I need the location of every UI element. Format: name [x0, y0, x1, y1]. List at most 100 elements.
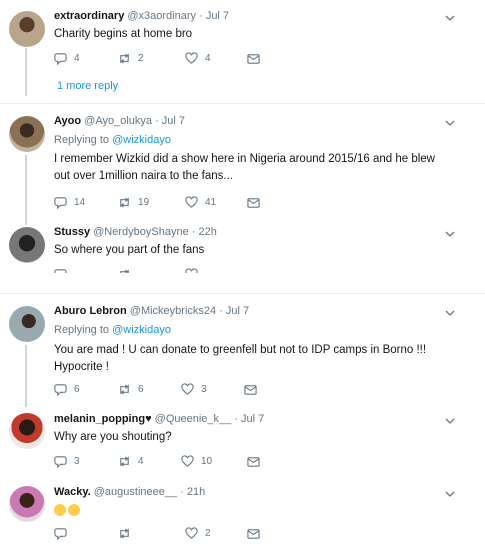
- like-button[interactable]: 2: [185, 527, 211, 540]
- timestamp[interactable]: · 22h: [192, 226, 217, 238]
- thread-line: [25, 48, 27, 96]
- replying-label: Replying to: [54, 324, 110, 336]
- like-button[interactable]: 41: [185, 196, 216, 209]
- heart-icon: [181, 455, 194, 467]
- chevron-down-icon[interactable]: [445, 489, 455, 499]
- tweet-emoji-text: [54, 502, 154, 519]
- black-heart-icon: ♥: [145, 413, 152, 425]
- replying-label: Replying to: [54, 134, 110, 146]
- reply-count: 14: [74, 197, 86, 208]
- timestamp[interactable]: · Jul 7: [219, 305, 249, 317]
- like-count: 2: [205, 528, 211, 539]
- grinning-sweat-emoji-icon: [54, 503, 66, 516]
- chevron-down-icon[interactable]: [445, 308, 455, 318]
- handle[interactable]: @augustineee__: [94, 486, 177, 498]
- retweet-count: 6: [138, 384, 144, 395]
- chevron-down-icon[interactable]: [445, 118, 455, 128]
- retweet-button[interactable]: [118, 527, 138, 540]
- tweet-header: Stussy @NerdyboyShayne · 22h: [54, 226, 217, 238]
- retweet-count: 19: [138, 197, 150, 208]
- reply-button[interactable]: 4: [54, 52, 80, 65]
- heart-icon: [185, 52, 198, 64]
- avatar[interactable]: [9, 11, 45, 47]
- like-count: 10: [201, 456, 213, 467]
- message-button[interactable]: [247, 527, 267, 540]
- timestamp[interactable]: · Jul 7: [155, 115, 185, 127]
- avatar[interactable]: [9, 486, 45, 522]
- retweet-icon: [120, 528, 129, 539]
- message-button[interactable]: [247, 196, 267, 209]
- reply-icon: [54, 384, 67, 396]
- envelope-icon: [247, 457, 260, 467]
- divider: [0, 103, 485, 104]
- tweet-text: You are mad ! U can donate to greenfell …: [54, 344, 427, 373]
- heart-icon: [185, 196, 198, 208]
- reply-icon: [54, 528, 67, 540]
- avatar[interactable]: [9, 306, 45, 342]
- reply-button[interactable]: [54, 527, 74, 540]
- retweet-button[interactable]: 6: [118, 383, 144, 396]
- reply-button[interactable]: 6: [54, 383, 80, 396]
- tweet-actions: [54, 268, 314, 273]
- reply-icon: [54, 53, 67, 65]
- like-button[interactable]: [185, 268, 205, 273]
- handle[interactable]: @Mickeybricks24: [130, 305, 216, 317]
- more-replies-link[interactable]: 1 more reply: [57, 80, 118, 92]
- handle[interactable]: @NerdyboyShayne: [93, 226, 189, 238]
- tweet-text: Charity begins at home bro: [54, 28, 193, 40]
- display-name[interactable]: Stussy: [54, 226, 90, 238]
- tweet-header: Ayoo @Ayo_olukya · Jul 7: [54, 115, 185, 127]
- like-button[interactable]: 10: [181, 455, 212, 468]
- tweet-actions: 4 2 4: [54, 52, 314, 66]
- reply-icon: [54, 197, 67, 209]
- avatar[interactable]: [9, 227, 45, 263]
- chevron-down-icon[interactable]: [445, 416, 455, 426]
- reply-button[interactable]: [54, 268, 74, 273]
- chevron-down-icon[interactable]: [445, 229, 455, 239]
- envelope-icon: [247, 529, 260, 539]
- timestamp[interactable]: · 21h: [180, 486, 205, 498]
- message-button[interactable]: [247, 455, 267, 468]
- message-button[interactable]: [247, 52, 267, 65]
- message-button[interactable]: [244, 383, 264, 396]
- timestamp[interactable]: · Jul 7: [234, 413, 264, 425]
- retweet-button[interactable]: 4: [118, 455, 144, 468]
- tweet-actions: 14 19 41: [54, 196, 314, 210]
- mention-link[interactable]: @wizkidayo: [112, 324, 171, 336]
- display-name[interactable]: melanin_popping: [54, 413, 145, 425]
- avatar[interactable]: [9, 413, 45, 449]
- retweet-button[interactable]: 19: [118, 196, 149, 209]
- envelope-icon: [247, 198, 260, 208]
- tweet-header: Wacky. @augustineee__ · 21h: [54, 486, 205, 498]
- heart-icon: [185, 527, 198, 539]
- reply-count: 3: [74, 456, 80, 467]
- display-name[interactable]: Wacky.: [54, 486, 91, 498]
- reply-button[interactable]: 14: [54, 196, 85, 209]
- avatar[interactable]: [9, 116, 45, 152]
- display-name[interactable]: extraordinary: [54, 10, 124, 22]
- tweet-header: Aburo Lebron @Mickeybricks24 · Jul 7: [54, 305, 249, 317]
- display-name[interactable]: Aburo Lebron: [54, 305, 127, 317]
- retweet-icon: [120, 269, 129, 273]
- retweet-icon: [120, 384, 129, 395]
- chevron-down-icon[interactable]: [445, 13, 455, 23]
- envelope-icon: [247, 54, 260, 64]
- handle[interactable]: @x3aordinary: [127, 10, 196, 22]
- retweet-button[interactable]: 2: [118, 52, 144, 65]
- like-button[interactable]: 4: [185, 52, 211, 65]
- handle[interactable]: @Queenie_k__: [155, 413, 232, 425]
- reply-button[interactable]: 3: [54, 455, 80, 468]
- like-button[interactable]: 3: [181, 383, 207, 396]
- like-count: 4: [205, 53, 211, 64]
- handle[interactable]: @Ayo_olukya: [84, 115, 152, 127]
- mention-link[interactable]: @wizkidayo: [112, 134, 171, 146]
- heart-icon: [181, 383, 194, 395]
- timestamp[interactable]: · Jul 7: [199, 10, 229, 22]
- retweet-button[interactable]: [118, 268, 138, 273]
- display-name[interactable]: Ayoo: [54, 115, 81, 127]
- envelope-icon: [244, 385, 257, 395]
- retweet-icon: [120, 456, 129, 467]
- replying-to: Replying to @wizkidayo: [54, 324, 171, 336]
- tweet-actions: 6 6 3: [54, 383, 314, 397]
- thread-line: [25, 345, 27, 407]
